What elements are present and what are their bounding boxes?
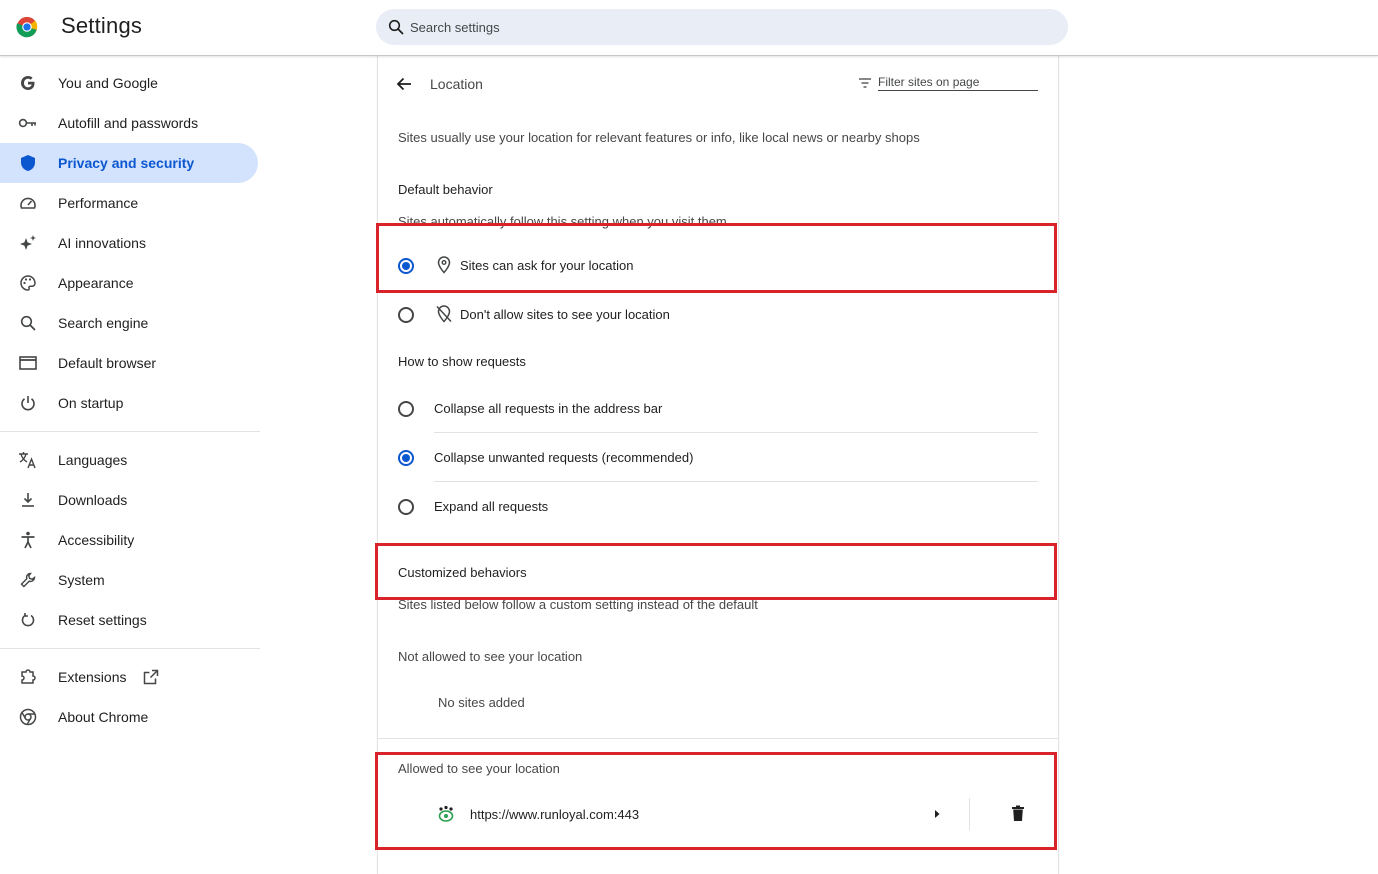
- sidebar-item-performance[interactable]: Performance: [0, 183, 258, 223]
- radio-expand-all[interactable]: [398, 499, 414, 515]
- top-bar: Settings Search settings: [0, 0, 1378, 56]
- sidebar-item-privacy[interactable]: Privacy and security: [0, 143, 258, 183]
- location-settings-card: Location Filter sites on page Sites usua…: [378, 56, 1058, 874]
- radio-sites-can-ask[interactable]: [398, 258, 414, 274]
- sidebar-item-you-and-google[interactable]: You and Google: [0, 63, 258, 103]
- radio-collapse-unwanted[interactable]: [398, 450, 414, 466]
- option-separator: [434, 432, 1038, 433]
- sidebar-item-accessibility[interactable]: Accessibility: [0, 520, 258, 560]
- option-label[interactable]: Collapse unwanted requests (recommended): [434, 450, 693, 465]
- sidebar-item-label: Default browser: [58, 355, 157, 371]
- sidebar-item-system[interactable]: System: [0, 560, 258, 600]
- allowed-site-row[interactable]: https://www.runloyal.com:443: [378, 792, 1058, 836]
- filter-underline: [878, 90, 1038, 91]
- chrome-logo-icon: [16, 16, 38, 38]
- wrench-icon: [18, 571, 38, 589]
- location-description: Sites usually use your location for rele…: [398, 130, 920, 145]
- allowed-heading: Allowed to see your location: [398, 761, 560, 776]
- allowed-site-url[interactable]: https://www.runloyal.com:443: [470, 807, 639, 822]
- sidebar-item-label: Extensions: [58, 669, 127, 685]
- option-separator: [434, 481, 1038, 482]
- no-sites-added: No sites added: [438, 695, 525, 710]
- sidebar-divider: [0, 648, 260, 649]
- sidebar-item-reset-settings[interactable]: Reset settings: [0, 600, 258, 640]
- default-behavior-heading: Default behavior: [398, 182, 493, 197]
- sidebar-item-label: Performance: [58, 195, 139, 211]
- location-pin-icon: [437, 256, 451, 274]
- sidebar-item-on-startup[interactable]: On startup: [0, 383, 258, 423]
- chrome-icon: [18, 708, 38, 726]
- puzzle-icon: [18, 668, 38, 686]
- sidebar-item-label: AI innovations: [58, 235, 146, 251]
- radio-dont-allow[interactable]: [398, 307, 414, 323]
- location-off-icon: [436, 305, 452, 323]
- sidebar-item-label: Search engine: [58, 315, 149, 331]
- browser-window-icon: [18, 354, 38, 372]
- delete-trash-icon[interactable]: [1011, 805, 1025, 822]
- translate-icon: [18, 451, 38, 469]
- sidebar-item-label: Languages: [58, 452, 128, 468]
- sidebar-item-label: On startup: [58, 395, 124, 411]
- search-icon: [18, 314, 38, 332]
- option-label[interactable]: Collapse all requests in the address bar: [434, 401, 662, 416]
- filter-input[interactable]: Filter sites on page: [878, 75, 979, 89]
- default-behavior-subtext: Sites automatically follow this setting …: [398, 214, 727, 229]
- radio-collapse-all[interactable]: [398, 401, 414, 417]
- sidebar-item-label: System: [58, 572, 105, 588]
- requests-heading: How to show requests: [398, 354, 526, 369]
- sidebar-item-label: Reset settings: [58, 612, 147, 628]
- sidebar-item-downloads[interactable]: Downloads: [0, 480, 258, 520]
- sidebar-divider: [0, 431, 260, 432]
- download-icon: [18, 491, 38, 509]
- key-icon: [18, 114, 38, 132]
- sparkle-icon: [18, 234, 38, 252]
- sidebar-item-search-engine[interactable]: Search engine: [0, 303, 258, 343]
- sidebar-item-appearance[interactable]: Appearance: [0, 263, 258, 303]
- search-icon: [388, 19, 404, 35]
- external-link-icon[interactable]: [143, 669, 159, 685]
- sidebar-item-autofill[interactable]: Autofill and passwords: [0, 103, 258, 143]
- page-title: Settings: [61, 13, 143, 38]
- sidebar-item-label: Downloads: [58, 492, 128, 508]
- sidebar-item-default-browser[interactable]: Default browser: [0, 343, 258, 383]
- not-allowed-heading: Not allowed to see your location: [398, 649, 583, 664]
- reset-icon: [18, 611, 38, 629]
- sidebar-item-about-chrome[interactable]: About Chrome: [0, 697, 258, 737]
- sidebar-item-label: About Chrome: [58, 709, 149, 725]
- row-divider: [969, 798, 970, 830]
- sidebar-item-languages[interactable]: Languages: [0, 440, 258, 480]
- sidebar-item-extensions[interactable]: Extensions: [0, 657, 258, 697]
- sidebar-item-label: Privacy and security: [58, 155, 195, 171]
- option-label[interactable]: Expand all requests: [434, 499, 548, 514]
- palette-icon: [18, 274, 38, 292]
- sidebar-item-label: Accessibility: [58, 532, 135, 548]
- option-label[interactable]: Don't allow sites to see your location: [460, 307, 670, 322]
- customized-behaviors-heading: Customized behaviors: [398, 565, 527, 580]
- chevron-right-icon[interactable]: [933, 809, 941, 819]
- accessibility-icon: [18, 531, 38, 549]
- google-g-icon: [18, 74, 38, 92]
- shield-icon: [18, 154, 38, 172]
- subpage-title: Location: [430, 76, 483, 92]
- filter-icon: [859, 78, 871, 88]
- site-favicon-icon: [438, 805, 454, 822]
- search-settings-box[interactable]: Search settings: [376, 9, 1068, 45]
- sidebar: You and Google Autofill and passwords Pr…: [0, 56, 262, 874]
- search-input[interactable]: Search settings: [410, 20, 500, 35]
- back-arrow-icon[interactable]: [394, 74, 414, 94]
- sidebar-item-label: Autofill and passwords: [58, 115, 199, 131]
- sidebar-item-ai-innovations[interactable]: AI innovations: [0, 223, 258, 263]
- power-icon: [18, 394, 38, 412]
- section-separator: [378, 738, 1058, 739]
- sidebar-item-label: Appearance: [58, 275, 134, 291]
- option-label[interactable]: Sites can ask for your location: [460, 258, 633, 273]
- speedometer-icon: [18, 194, 38, 212]
- sidebar-item-label: You and Google: [58, 75, 158, 91]
- customized-behaviors-subtext: Sites listed below follow a custom setti…: [398, 597, 758, 612]
